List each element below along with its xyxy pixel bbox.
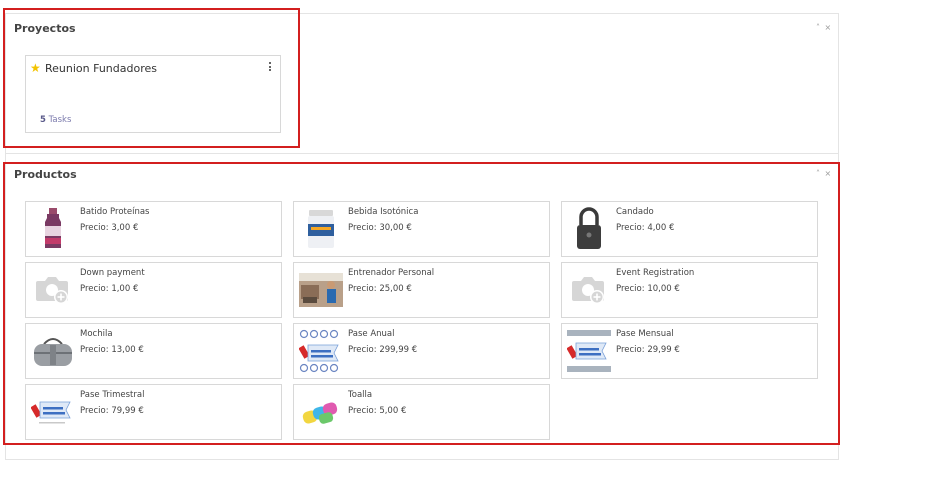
product-price: Precio: 4,00 € xyxy=(616,223,675,233)
product-price: Precio: 25,00 € xyxy=(348,284,412,294)
product-name: Batido Proteínas xyxy=(80,207,150,217)
kebab-menu-icon[interactable] xyxy=(269,62,272,73)
camera-placeholder-icon xyxy=(30,267,75,313)
product-name: Down payment xyxy=(80,268,145,278)
product-card-event-registration[interactable]: Event Registration Precio: 10,00 € xyxy=(561,262,818,318)
product-card-pase-trimestral[interactable]: Pase Trimestral Precio: 79,99 € xyxy=(25,384,282,440)
product-card-mochila[interactable]: Mochila Precio: 13,00 € xyxy=(25,323,282,379)
product-card-down-payment[interactable]: Down payment Precio: 1,00 € xyxy=(25,262,282,318)
gym-bag-image xyxy=(30,328,75,374)
product-price: Precio: 79,99 € xyxy=(80,406,144,416)
star-icon[interactable]: ★ xyxy=(30,61,41,75)
project-name[interactable]: Reunion Fundadores xyxy=(45,62,157,75)
panel-divider xyxy=(5,153,839,154)
product-card-candado[interactable]: Candado Precio: 4,00 € xyxy=(561,201,818,257)
product-price: Precio: 29,99 € xyxy=(616,345,680,355)
product-price: Precio: 3,00 € xyxy=(80,223,139,233)
personal-trainer-image xyxy=(298,267,343,313)
product-card-pase-mensual[interactable]: Pase Mensual Precio: 29,99 € xyxy=(561,323,818,379)
towels-image xyxy=(298,389,343,435)
abono-ticket-image xyxy=(566,328,611,374)
productos-panel-controls[interactable]: ˄ × xyxy=(816,169,832,178)
tasks-link[interactable]: 5 Tasks xyxy=(40,115,71,125)
product-price: Precio: 1,00 € xyxy=(80,284,139,294)
abono-ticket-image xyxy=(30,389,75,435)
product-name: Pase Trimestral xyxy=(80,390,145,400)
camera-placeholder-icon xyxy=(566,267,611,313)
product-card-bebida-isotonica[interactable]: Bebida Isotónica Precio: 30,00 € xyxy=(293,201,550,257)
product-price: Precio: 299,99 € xyxy=(348,345,418,355)
product-name: Pase Anual xyxy=(348,329,395,339)
proyectos-panel-controls[interactable]: ˄ × xyxy=(816,23,832,32)
product-card-entrenador-personal[interactable]: Entrenador Personal Precio: 25,00 € xyxy=(293,262,550,318)
product-name: Mochila xyxy=(80,329,113,339)
protein-shake-image xyxy=(30,206,75,252)
tasks-label: Tasks xyxy=(48,115,72,125)
productos-title: Productos xyxy=(14,168,77,181)
product-price: Precio: 13,00 € xyxy=(80,345,144,355)
task-count: 5 xyxy=(40,115,46,125)
padlock-image xyxy=(566,206,611,252)
isotonic-drink-image xyxy=(298,206,343,252)
product-price: Precio: 10,00 € xyxy=(616,284,680,294)
product-price: Precio: 5,00 € xyxy=(348,406,407,416)
product-card-batido-proteinas[interactable]: Batido Proteínas Precio: 3,00 € xyxy=(25,201,282,257)
product-name: Entrenador Personal xyxy=(348,268,435,278)
abono-ticket-image xyxy=(298,328,343,374)
product-name: Event Registration xyxy=(616,268,695,278)
product-card-toalla[interactable]: Toalla Precio: 5,00 € xyxy=(293,384,550,440)
product-name: Candado xyxy=(616,207,654,217)
product-card-pase-anual[interactable]: Pase Anual Precio: 299,99 € xyxy=(293,323,550,379)
project-card[interactable]: ★ Reunion Fundadores 5 Tasks xyxy=(25,55,281,133)
product-name: Toalla xyxy=(348,390,373,400)
product-name: Pase Mensual xyxy=(616,329,674,339)
product-name: Bebida Isotónica xyxy=(348,207,419,217)
proyectos-title: Proyectos xyxy=(14,22,76,35)
product-price: Precio: 30,00 € xyxy=(348,223,412,233)
